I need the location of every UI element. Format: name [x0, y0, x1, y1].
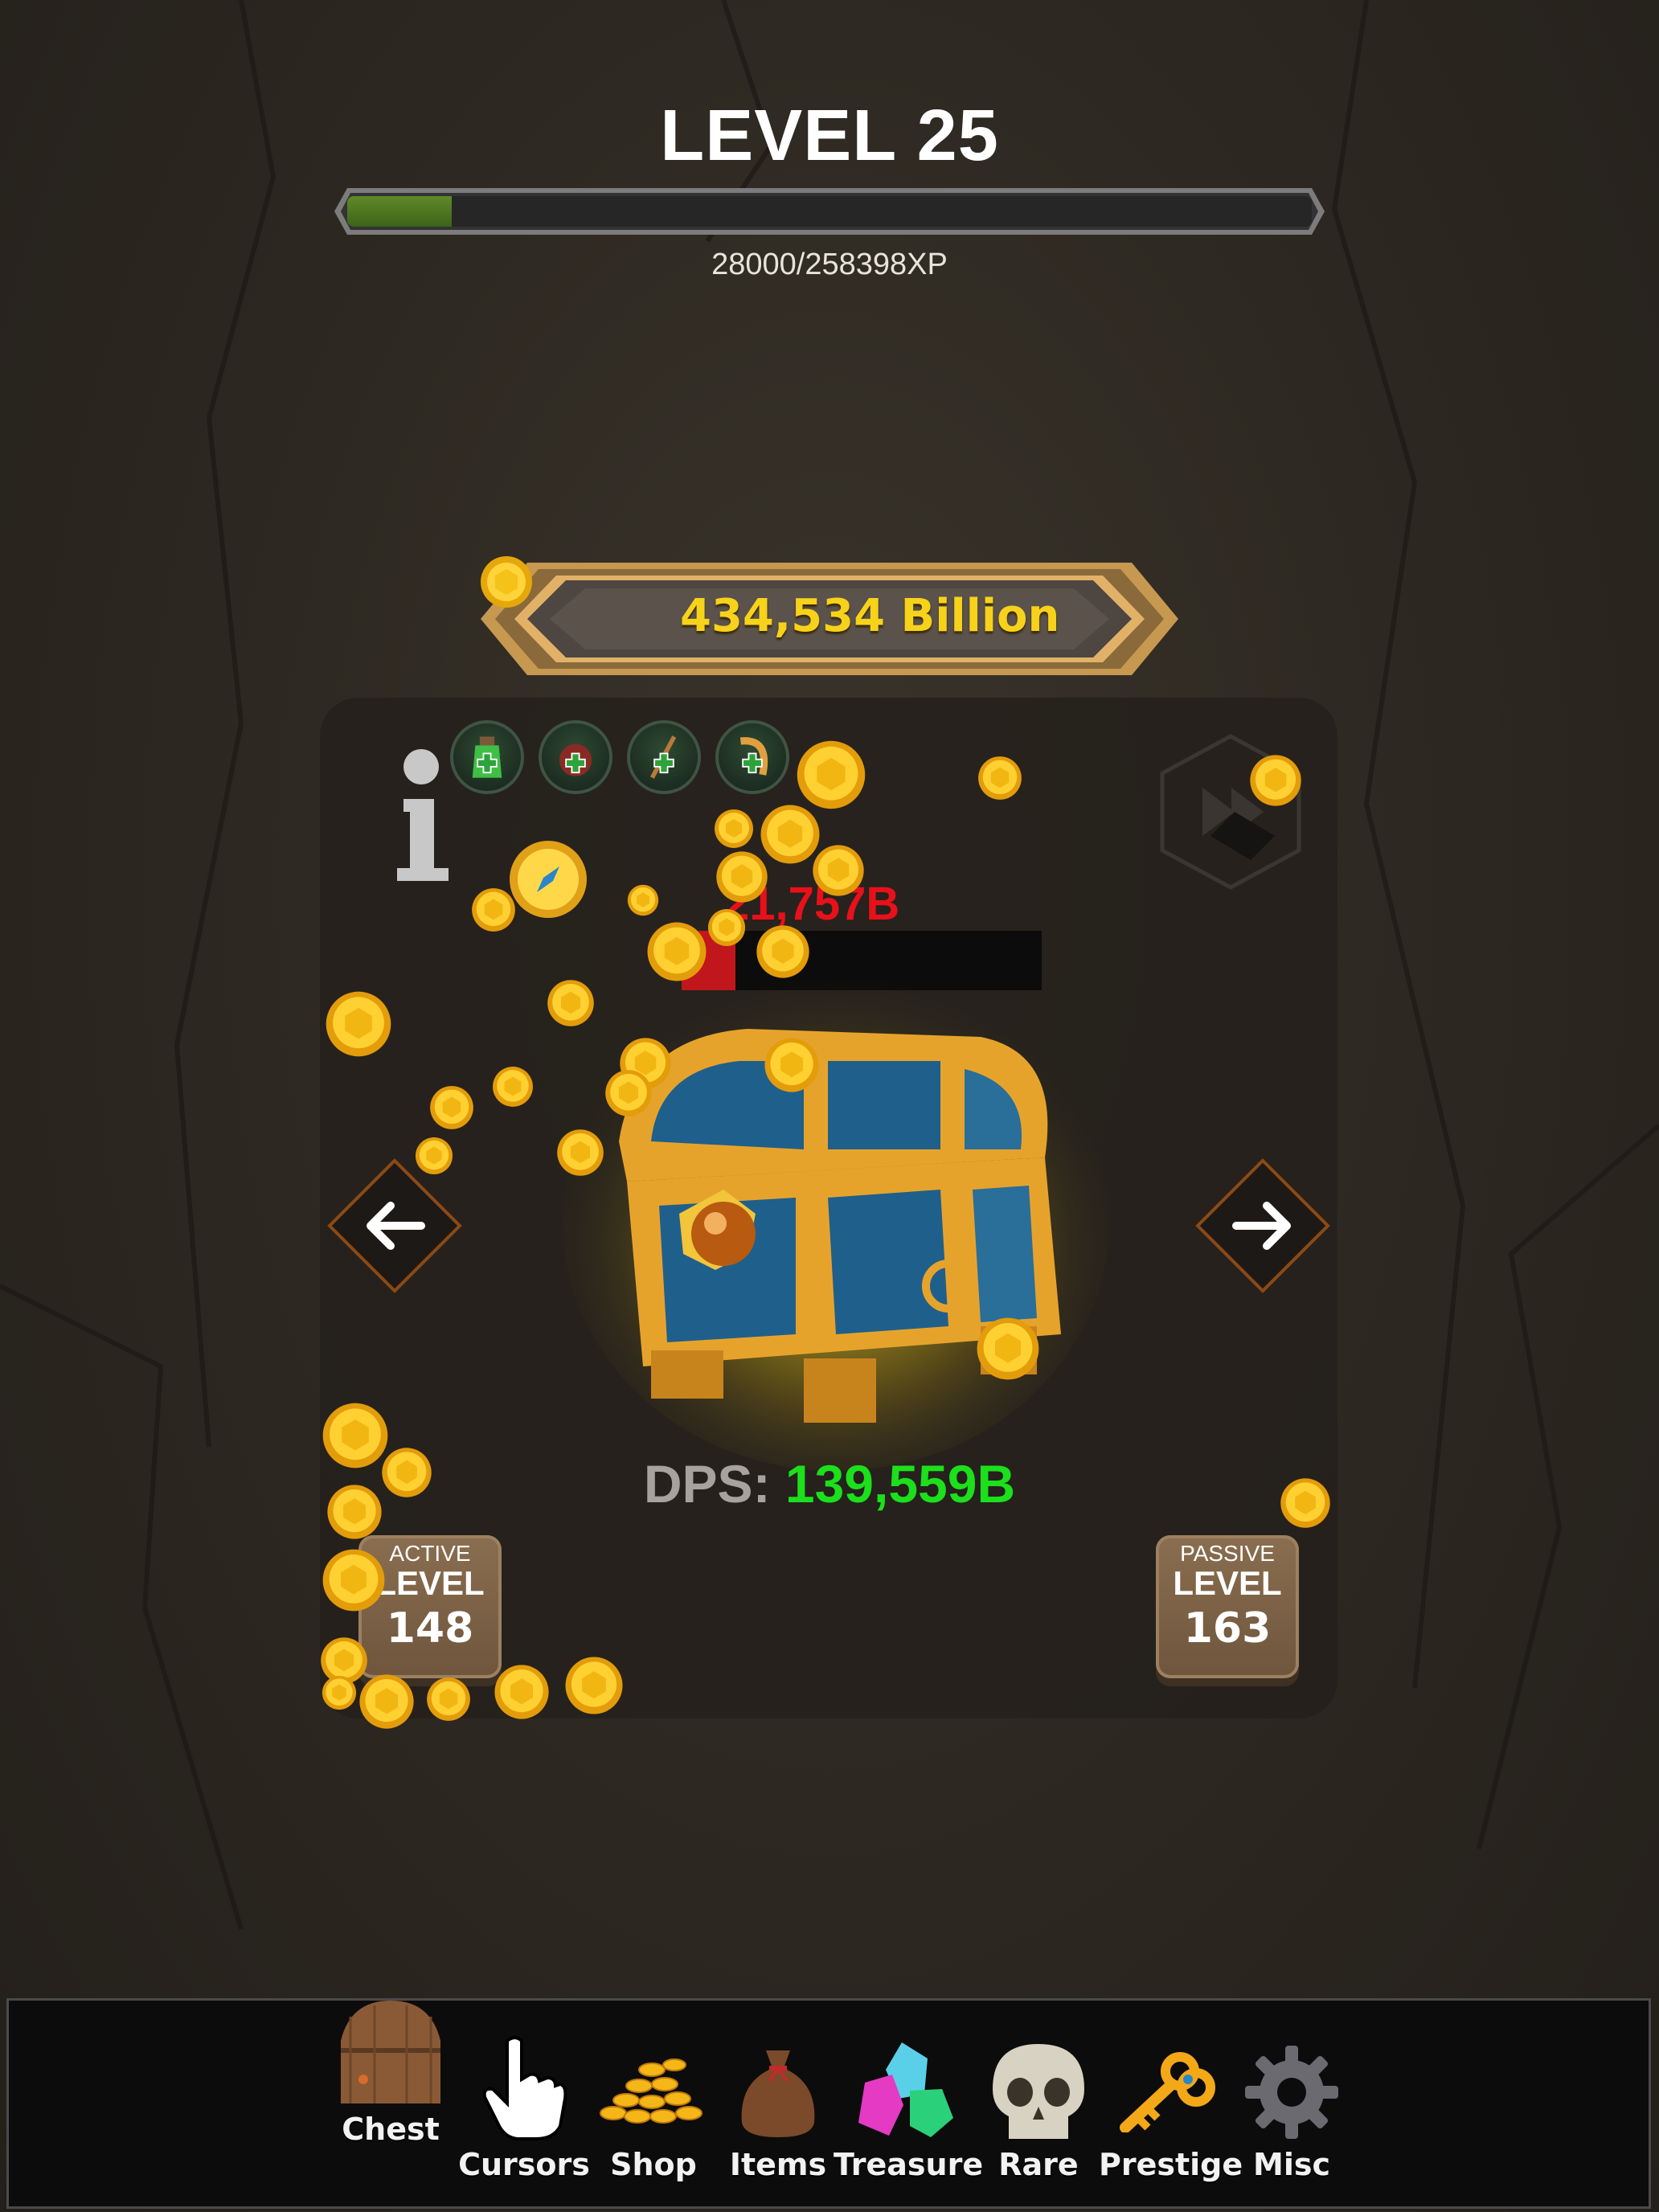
gold-coin-icon — [430, 1086, 473, 1129]
skull-icon — [993, 2044, 1084, 2139]
gold-coin-icon — [557, 1129, 604, 1176]
passive-badge-level-word: LEVEL — [1173, 1564, 1282, 1602]
gold-coin-icon — [322, 1549, 385, 1612]
nav-shop[interactable]: Shop — [589, 2001, 718, 2211]
gold-coin-icon — [605, 1070, 652, 1116]
previous-chest-arrow[interactable] — [326, 1157, 463, 1294]
nav-prestige[interactable]: Prestige — [1099, 2001, 1243, 2211]
gold-coin-icon — [647, 922, 707, 981]
nav-misc-label: Misc — [1253, 2147, 1330, 2182]
gold-coin-icon — [756, 925, 809, 978]
currency-amount: 434,534 Billion — [680, 590, 1060, 642]
gold-coin-icon — [716, 851, 768, 903]
loot-bag-icon — [741, 2050, 815, 2137]
nav-cursors-label: Cursors — [458, 2147, 590, 2182]
nav-prestige-label: Prestige — [1099, 2147, 1243, 2182]
passive-badge-kind: PASSIVE — [1180, 1541, 1275, 1566]
red-flask-icon — [559, 743, 592, 776]
currency-banner: 434,534 Billion — [479, 555, 1180, 683]
gold-coin-icon — [427, 1677, 470, 1721]
nav-rare[interactable]: Rare — [978, 2001, 1099, 2211]
buff-slot-4[interactable] — [715, 720, 789, 794]
gold-coin-icon — [322, 1675, 357, 1710]
pointer-hand-icon — [482, 2036, 567, 2140]
buff-slot-1[interactable] — [450, 720, 524, 794]
nav-treasure[interactable]: Treasure — [834, 2001, 984, 2211]
nav-shop-label: Shop — [610, 2147, 697, 2182]
nav-cursors[interactable]: Cursors — [456, 2001, 592, 2211]
gold-coin-icon — [715, 809, 753, 848]
gold-coin-icon — [327, 1485, 382, 1539]
gold-coin-icon — [1250, 755, 1301, 806]
gold-coin-icon — [813, 845, 864, 896]
gold-coin-icon — [472, 888, 515, 932]
buff-slot-3[interactable] — [627, 720, 701, 794]
gold-coin-icon — [547, 980, 594, 1026]
gold-coin-icon — [481, 556, 532, 608]
gold-coin-icon — [978, 756, 1022, 800]
bottom-navigation: Chest Cursors Shop Items Treasure Rare P… — [6, 1998, 1651, 2209]
coin-pile-icon — [600, 2058, 703, 2124]
xp-progress-fill — [347, 196, 452, 227]
green-potion-icon — [472, 736, 502, 778]
gold-coin-icon — [977, 1317, 1039, 1380]
gold-coin-icon — [382, 1448, 432, 1497]
gold-coin-icon — [494, 1665, 549, 1719]
gold-coin-icon — [627, 884, 659, 916]
horn-icon — [739, 737, 768, 776]
wand-icon — [649, 735, 677, 779]
nav-items-label: Items — [729, 2147, 827, 2182]
key-icon — [1120, 2052, 1215, 2132]
gold-coin-icon — [326, 991, 391, 1057]
gold-coin-icon — [359, 1674, 414, 1729]
dps-value: 139,559B — [784, 1454, 1016, 1514]
gold-coin-icon — [322, 1403, 388, 1469]
passive-badge-level: 163 — [1183, 1604, 1272, 1653]
passive-level-badge[interactable]: PASSIVE LEVEL 163 — [1156, 1535, 1299, 1678]
gear-icon — [1245, 2046, 1338, 2139]
nav-chest-label: Chest — [342, 2112, 440, 2147]
next-chest-arrow[interactable] — [1194, 1157, 1331, 1294]
level-title: LEVEL 25 — [660, 96, 999, 176]
gems-icon — [858, 2042, 953, 2137]
gold-coin-icon — [1280, 1478, 1330, 1528]
nav-misc[interactable]: Misc — [1235, 2001, 1348, 2211]
compass-icon[interactable] — [508, 839, 588, 920]
gold-coin-icon — [415, 1137, 453, 1175]
dps-display: DPS: 139,559B — [0, 1453, 1659, 1514]
gold-coin-icon — [707, 908, 746, 947]
nav-chest[interactable]: Chest — [322, 2001, 459, 2211]
nav-items[interactable]: Items — [718, 2001, 838, 2211]
xp-progress-bar — [331, 183, 1328, 240]
gold-coin-icon — [493, 1067, 533, 1107]
chest-icon — [341, 2001, 440, 2103]
nav-treasure-label: Treasure — [834, 2147, 984, 2182]
buff-slot-2[interactable] — [539, 720, 612, 794]
nav-rare-label: Rare — [998, 2147, 1079, 2182]
info-icon[interactable] — [392, 748, 457, 884]
treasure-chest[interactable] — [563, 948, 1109, 1471]
dps-label: DPS: — [643, 1454, 771, 1514]
gold-coin-icon — [764, 1038, 819, 1092]
gold-coin-icon — [797, 740, 866, 809]
gold-coin-icon — [565, 1657, 623, 1714]
xp-text: 28000/258398XP — [711, 248, 948, 281]
